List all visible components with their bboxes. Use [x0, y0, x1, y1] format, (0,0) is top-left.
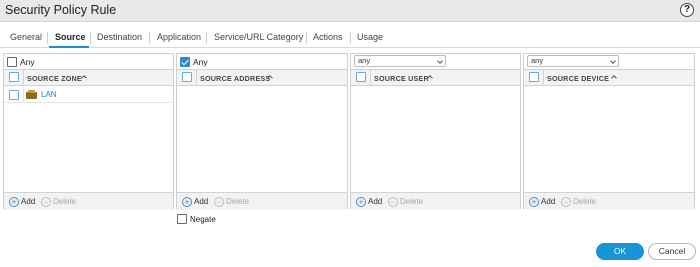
column-divider: [543, 70, 544, 85]
source-user-footer: + Add − Delete: [351, 192, 520, 210]
add-icon[interactable]: +: [529, 197, 539, 207]
add-icon[interactable]: +: [9, 197, 19, 207]
source-user-panel: any SOURCE USER + Add − Delete: [350, 53, 521, 210]
source-device-column-header: SOURCE DEVICE: [524, 70, 694, 86]
source-device-select-all-checkbox[interactable]: [529, 72, 539, 82]
source-user-column-header: SOURCE USER: [351, 70, 520, 86]
source-user-delete-button: Delete: [400, 197, 424, 206]
sort-ascending-icon[interactable]: [611, 75, 617, 81]
tab-separator: [350, 32, 351, 44]
source-user-select[interactable]: any: [354, 55, 446, 67]
negate-label: Negate: [190, 215, 216, 224]
source-address-footer: + Add − Delete: [177, 192, 347, 210]
source-device-select-value: any: [531, 56, 544, 65]
source-device-select[interactable]: any: [527, 55, 619, 67]
column-divider: [370, 70, 371, 85]
tab-separator: [306, 32, 307, 44]
source-user-column-label[interactable]: SOURCE USER: [374, 74, 429, 83]
source-user-select-value: any: [358, 56, 371, 65]
source-zone-any-label: Any: [20, 57, 35, 67]
help-icon[interactable]: ?: [680, 3, 694, 17]
tab-application[interactable]: Application: [157, 32, 201, 42]
source-device-panel: any SOURCE DEVICE + Add − Delete: [523, 53, 695, 210]
tab-separator: [149, 32, 150, 44]
delete-icon: −: [388, 197, 398, 207]
source-zone-delete-button: Delete: [53, 197, 77, 206]
source-address-any-label: Any: [193, 57, 208, 67]
source-user-select-all-checkbox[interactable]: [356, 72, 366, 82]
source-zone-any-row: Any: [4, 54, 173, 70]
active-tab-indicator: [49, 46, 89, 48]
tab-separator: [90, 32, 91, 44]
sort-ascending-icon[interactable]: [81, 75, 87, 81]
tab-bar: General Source Destination Application S…: [0, 22, 700, 48]
source-zone-select-all-checkbox[interactable]: [9, 72, 19, 82]
row-checkbox[interactable]: [9, 90, 19, 100]
source-zone-column-label[interactable]: SOURCE ZONE: [27, 74, 82, 83]
tab-separator: [206, 32, 207, 44]
source-address-add-button[interactable]: Add: [194, 197, 208, 206]
source-device-add-button[interactable]: Add: [541, 197, 555, 206]
column-divider: [196, 70, 197, 85]
column-divider: [23, 87, 24, 103]
source-user-add-button[interactable]: Add: [368, 197, 382, 206]
cancel-button[interactable]: Cancel: [648, 243, 696, 260]
dialog-titlebar: Security Policy Rule ?: [0, 0, 700, 22]
table-row[interactable]: LAN: [4, 87, 174, 103]
ok-button[interactable]: OK: [596, 243, 644, 260]
chevron-down-icon: [437, 58, 443, 64]
source-address-delete-button: Delete: [226, 197, 250, 206]
tab-separator: [47, 32, 48, 44]
source-address-panel: Any SOURCE ADDRESS + Add − Delete: [176, 53, 348, 210]
source-device-select-row: any: [524, 54, 694, 70]
source-zone-footer: + Add − Delete: [4, 192, 173, 210]
tab-service-url-category[interactable]: Service/URL Category: [214, 32, 303, 42]
source-address-select-all-checkbox[interactable]: [182, 72, 192, 82]
tab-source[interactable]: Source: [55, 32, 86, 42]
chevron-down-icon: [610, 58, 616, 64]
tab-usage[interactable]: Usage: [357, 32, 383, 42]
add-icon[interactable]: +: [182, 197, 192, 207]
source-address-column-header: SOURCE ADDRESS: [177, 70, 347, 86]
delete-icon: −: [214, 197, 224, 207]
add-icon[interactable]: +: [356, 197, 366, 207]
source-device-delete-button: Delete: [573, 197, 597, 206]
source-user-select-row: any: [351, 54, 520, 70]
negate-checkbox[interactable]: [177, 214, 187, 224]
tab-actions[interactable]: Actions: [313, 32, 343, 42]
tab-general[interactable]: General: [10, 32, 42, 42]
source-zone-panel: Any SOURCE ZONE LAN + Add − Delete: [3, 53, 174, 210]
source-device-column-label[interactable]: SOURCE DEVICE: [547, 74, 609, 83]
source-zone-column-header: SOURCE ZONE: [4, 70, 173, 86]
source-zone-add-button[interactable]: Add: [21, 197, 35, 206]
delete-icon: −: [41, 197, 51, 207]
source-device-footer: + Add − Delete: [524, 192, 694, 210]
dialog-title: Security Policy Rule: [5, 3, 117, 17]
source-address-any-checkbox[interactable]: [180, 57, 190, 67]
source-address-column-label[interactable]: SOURCE ADDRESS: [200, 74, 270, 83]
zone-link-lan[interactable]: LAN: [41, 90, 57, 99]
zone-icon: [26, 90, 37, 99]
source-zone-any-checkbox[interactable]: [7, 57, 17, 67]
delete-icon: −: [561, 197, 571, 207]
column-divider: [23, 70, 24, 85]
source-address-any-row: Any: [177, 54, 347, 70]
tab-destination[interactable]: Destination: [97, 32, 142, 42]
